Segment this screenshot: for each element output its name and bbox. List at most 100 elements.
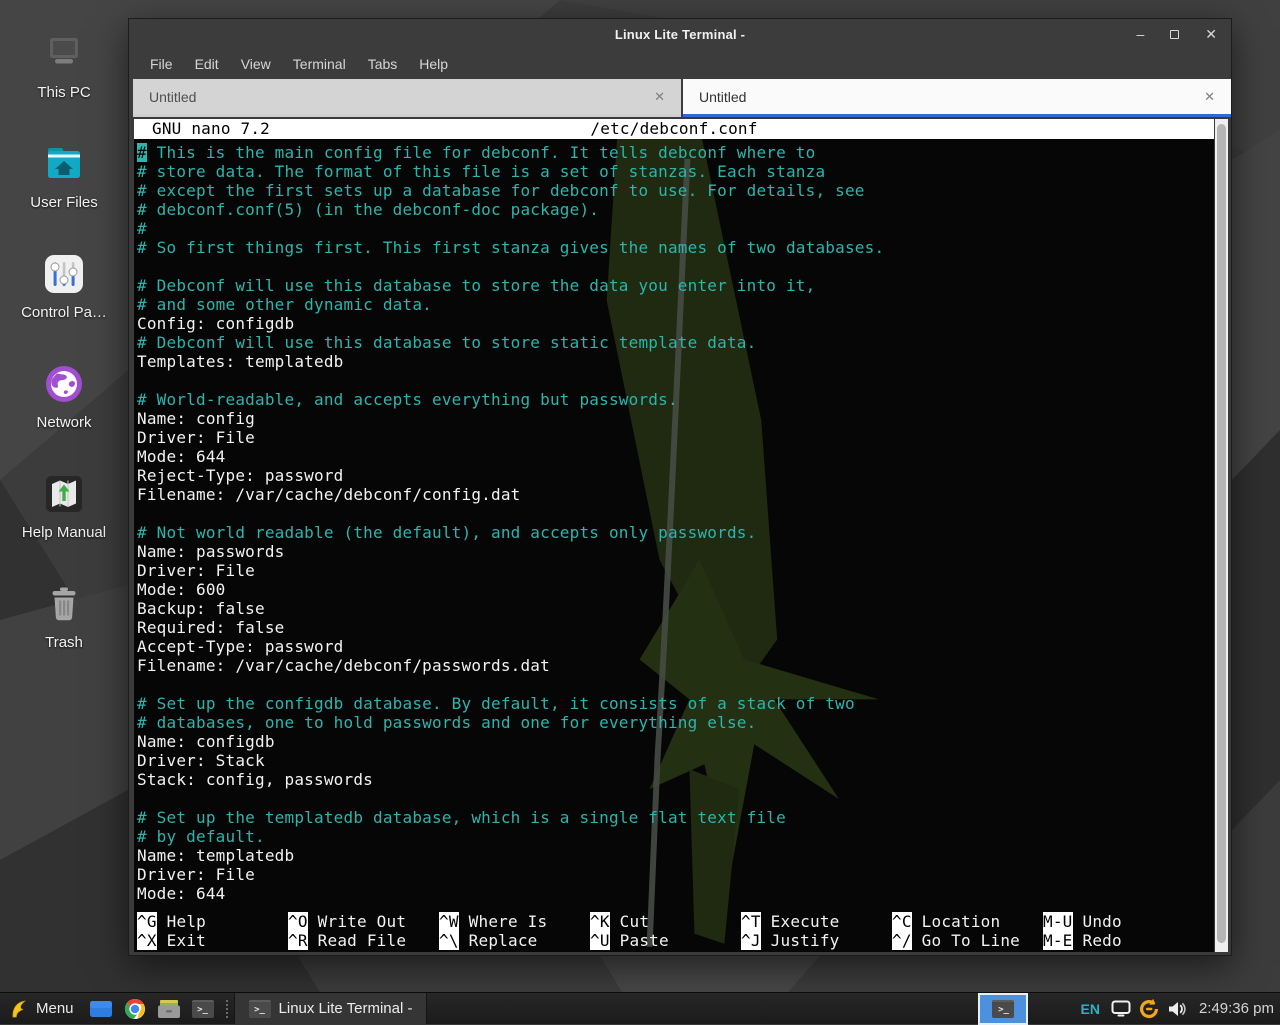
shortcut-undo: M-UUndo	[1043, 912, 1194, 931]
editor-line: Config: configdb	[137, 314, 1214, 333]
launcher-archive-manager[interactable]	[154, 995, 184, 1023]
tab-label: Untitled	[149, 89, 196, 105]
close-icon[interactable]: ✕	[1205, 27, 1217, 41]
nano-titlebar: /etc/debconf.conf GNU nano 7.2	[134, 119, 1214, 139]
scrollbar[interactable]	[1215, 119, 1228, 952]
computer-icon	[40, 30, 88, 78]
control-panel-icon	[40, 250, 88, 298]
volume-tray-icon[interactable]	[1167, 1000, 1186, 1018]
shortcut-help: ^GHelp	[137, 912, 288, 931]
editor-line: # databases, one to hold passwords and o…	[137, 713, 1214, 732]
editor-line: Required: false	[137, 618, 1214, 637]
maximize-icon[interactable]	[1170, 27, 1179, 41]
desktop-icon-label: Trash	[0, 634, 128, 651]
editor-line: # Set up the configdb database. By defau…	[137, 694, 1214, 713]
menu-terminal[interactable]: Terminal	[282, 56, 357, 72]
editor-line: Mode: 600	[137, 580, 1214, 599]
shortcut-paste: ^UPaste	[590, 931, 741, 950]
home-folder-icon	[40, 140, 88, 188]
menu-tabs[interactable]: Tabs	[357, 56, 409, 72]
terminal-icon: >_	[192, 1000, 214, 1018]
desktop-icon-user-files[interactable]: User Files	[0, 140, 128, 211]
shortcut-location: ^CLocation	[892, 912, 1043, 931]
trash-icon	[40, 580, 88, 628]
editor-line: Templates: templatedb	[137, 352, 1214, 371]
launcher-terminal[interactable]: >_	[188, 995, 218, 1023]
scrollbar-thumb[interactable]	[1217, 124, 1226, 943]
menu-bar: FileEditViewTerminalTabsHelp	[129, 49, 1231, 79]
shortcut-redo: M-ERedo	[1043, 931, 1194, 950]
editor-line: Driver: File	[137, 428, 1214, 447]
nano-version: GNU nano 7.2	[152, 119, 270, 139]
editor-line: Name: templatedb	[137, 846, 1214, 865]
display-tray-icon[interactable]	[1111, 1000, 1131, 1017]
shortcut-replace: ^\Replace	[439, 931, 590, 950]
editor-line: # World-readable, and accepts everything…	[137, 390, 1214, 409]
shortcut-execute: ^TExecute	[741, 912, 892, 931]
desktop-icon-help-manual[interactable]: Help Manual	[0, 470, 128, 541]
editor-line	[137, 789, 1214, 808]
menu-button[interactable]: Menu	[0, 993, 84, 1024]
shortcut-exit: ^XExit	[137, 931, 288, 950]
shortcut-where-is: ^WWhere Is	[439, 912, 590, 931]
desktop-icon-control-panel[interactable]: Control Pa…	[0, 250, 128, 321]
updates-tray-icon[interactable]	[1137, 997, 1161, 1021]
editor-line: # Debconf will use this database to stor…	[137, 276, 1214, 295]
editor-line: Driver: File	[137, 561, 1214, 580]
window-titlebar[interactable]: Linux Lite Terminal - – ✕	[129, 19, 1231, 49]
editor-line: # by default.	[137, 827, 1214, 846]
editor-line	[137, 504, 1214, 523]
terminal-icon: >_	[992, 1000, 1014, 1018]
terminal-screen[interactable]: /etc/debconf.conf GNU nano 7.2 # This is…	[134, 119, 1214, 952]
menu-file[interactable]: File	[139, 56, 184, 72]
editor-line: Backup: false	[137, 599, 1214, 618]
shortcut-read-file: ^RRead File	[288, 931, 439, 950]
desktop-icon-label: Help Manual	[0, 524, 128, 541]
tab-close-icon[interactable]: ✕	[1204, 89, 1215, 105]
task-button-terminal[interactable]: >_ Linux Lite Terminal -	[234, 993, 428, 1024]
network-globe-icon	[40, 360, 88, 408]
editor-line: Filename: /var/cache/debconf/config.dat	[137, 485, 1214, 504]
editor-line: Name: configdb	[137, 732, 1214, 751]
window-title: Linux Lite Terminal -	[615, 27, 745, 42]
editor-line: # except the first sets up a database fo…	[137, 181, 1214, 200]
editor-line: # Set up the templatedb database, which …	[137, 808, 1214, 827]
shortcut-justify: ^JJustify	[741, 931, 892, 950]
taskbar: Menu >_ >_ Linux Lite Terminal -	[0, 992, 1280, 1024]
menu-view[interactable]: View	[230, 56, 282, 72]
launcher-desktop[interactable]	[86, 995, 116, 1023]
clock[interactable]: 2:49:36 pm	[1199, 1000, 1274, 1017]
desktop-icon-network[interactable]: Network	[0, 360, 128, 431]
text-cursor: #	[137, 143, 147, 162]
shortcut-write-out: ^OWrite Out	[288, 912, 439, 931]
language-indicator[interactable]: EN	[1080, 1001, 1099, 1017]
indicator-terminal-button[interactable]: >_	[978, 993, 1028, 1025]
editor-line: Driver: File	[137, 865, 1214, 884]
editor-content[interactable]: # This is the main config file for debco…	[134, 139, 1214, 912]
editor-line: # So first things first. This first stan…	[137, 238, 1214, 257]
tab-untitled-2[interactable]: Untitled ✕	[683, 79, 1231, 117]
tab-label: Untitled	[699, 89, 746, 105]
menu-help[interactable]: Help	[408, 56, 459, 72]
editor-line: Name: config	[137, 409, 1214, 428]
editor-line: Filename: /var/cache/debconf/passwords.d…	[137, 656, 1214, 675]
menu-edit[interactable]: Edit	[184, 56, 230, 72]
tab-close-icon[interactable]: ✕	[654, 89, 665, 105]
desktop-icon-label: Control Pa…	[0, 304, 128, 321]
task-button-label: Linux Lite Terminal -	[279, 1000, 413, 1017]
nano-filename: /etc/debconf.conf	[134, 119, 1214, 139]
editor-line: # and some other dynamic data.	[137, 295, 1214, 314]
launcher-chrome[interactable]	[120, 995, 150, 1023]
editor-line: Mode: 644	[137, 884, 1214, 903]
desktop-icon-this-pc[interactable]: This PC	[0, 30, 128, 101]
editor-line: #	[137, 219, 1214, 238]
desktop-icon-trash[interactable]: Trash	[0, 580, 128, 651]
linux-lite-logo-icon	[8, 998, 28, 1020]
tab-untitled-1[interactable]: Untitled ✕	[133, 79, 681, 117]
taskbar-separator	[226, 1000, 228, 1018]
editor-line	[137, 371, 1214, 390]
minimize-icon[interactable]: –	[1136, 27, 1144, 41]
tab-bar: Untitled ✕ Untitled ✕	[129, 79, 1231, 117]
editor-line: # Not world readable (the default), and …	[137, 523, 1214, 542]
editor-line: Accept-Type: password	[137, 637, 1214, 656]
